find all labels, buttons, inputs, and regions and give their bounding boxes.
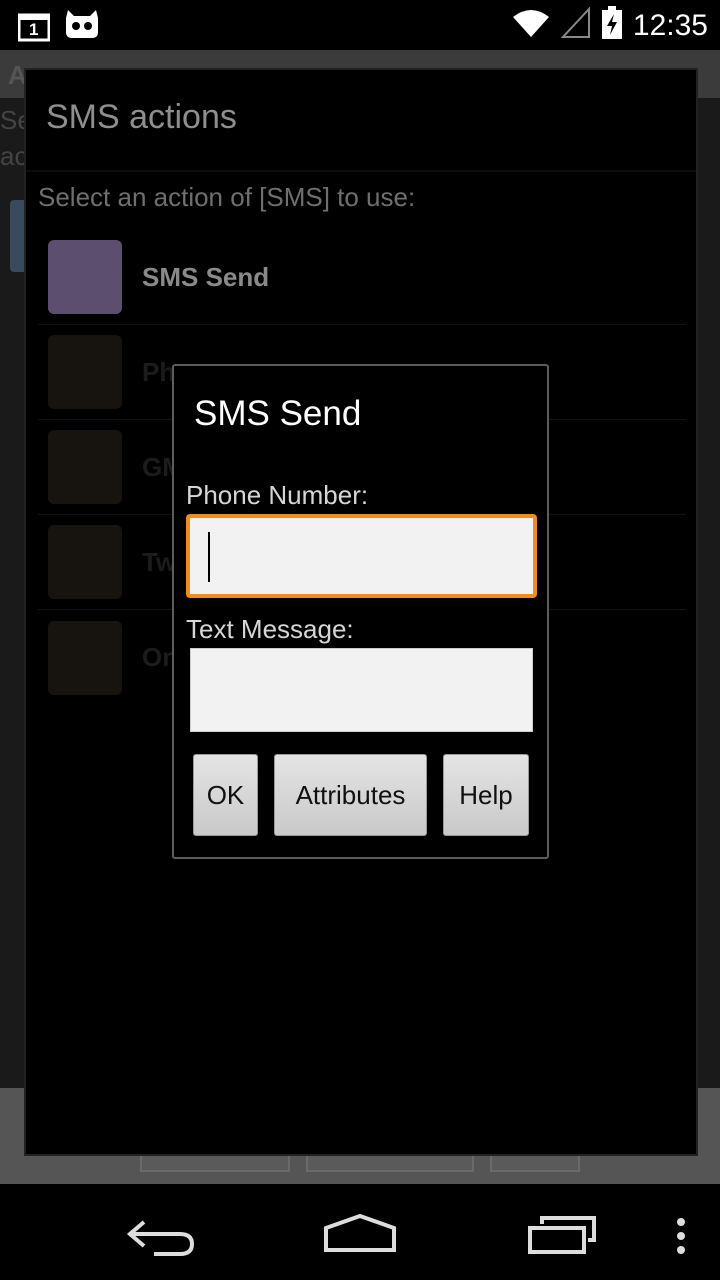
notification-1-icon: 1 (17, 12, 51, 42)
background-button (10, 200, 24, 272)
navigation-bar (0, 1184, 720, 1280)
action-icon (48, 525, 122, 599)
signal-icon (560, 6, 591, 44)
overflow-menu-icon[interactable] (674, 1216, 688, 1256)
dialog-title: SMS Send (194, 394, 362, 433)
background-description: Se ac (0, 105, 24, 171)
home-icon[interactable] (322, 1212, 398, 1256)
dialog-subtitle: Select an action of [SMS] to use: (38, 182, 416, 212)
action-label: Ph (142, 356, 176, 387)
phone-number-input[interactable] (186, 514, 537, 598)
action-icon (48, 430, 122, 504)
title-divider (26, 170, 696, 172)
dialog-title: SMS actions (46, 98, 237, 136)
cyanogen-mascot-icon (64, 8, 100, 45)
action-label: SMS Send (142, 261, 270, 292)
text-cursor (208, 532, 210, 582)
sms-send-action-icon (48, 240, 122, 314)
wifi-icon (511, 7, 551, 44)
text-message-input[interactable] (190, 648, 533, 732)
action-icon (48, 335, 122, 409)
attributes-button[interactable]: Attributes (274, 754, 427, 836)
status-time: 12:35 (632, 8, 708, 42)
action-icon (48, 620, 122, 695)
ok-button[interactable]: OK (193, 754, 258, 836)
notification-count: 1 (29, 19, 39, 39)
help-button[interactable]: Help (443, 754, 529, 836)
status-bar: 1 12:35 (0, 0, 720, 50)
back-icon[interactable] (124, 1214, 196, 1258)
action-item-sms-send[interactable]: SMS Send (38, 230, 686, 325)
battery-charging-icon (601, 6, 623, 45)
recent-apps-icon[interactable] (526, 1214, 598, 1256)
sms-send-dialog: SMS Send Phone Number: Text Message: OK … (172, 364, 549, 859)
text-message-label: Text Message: (186, 614, 354, 644)
phone-number-label: Phone Number: (186, 480, 369, 510)
